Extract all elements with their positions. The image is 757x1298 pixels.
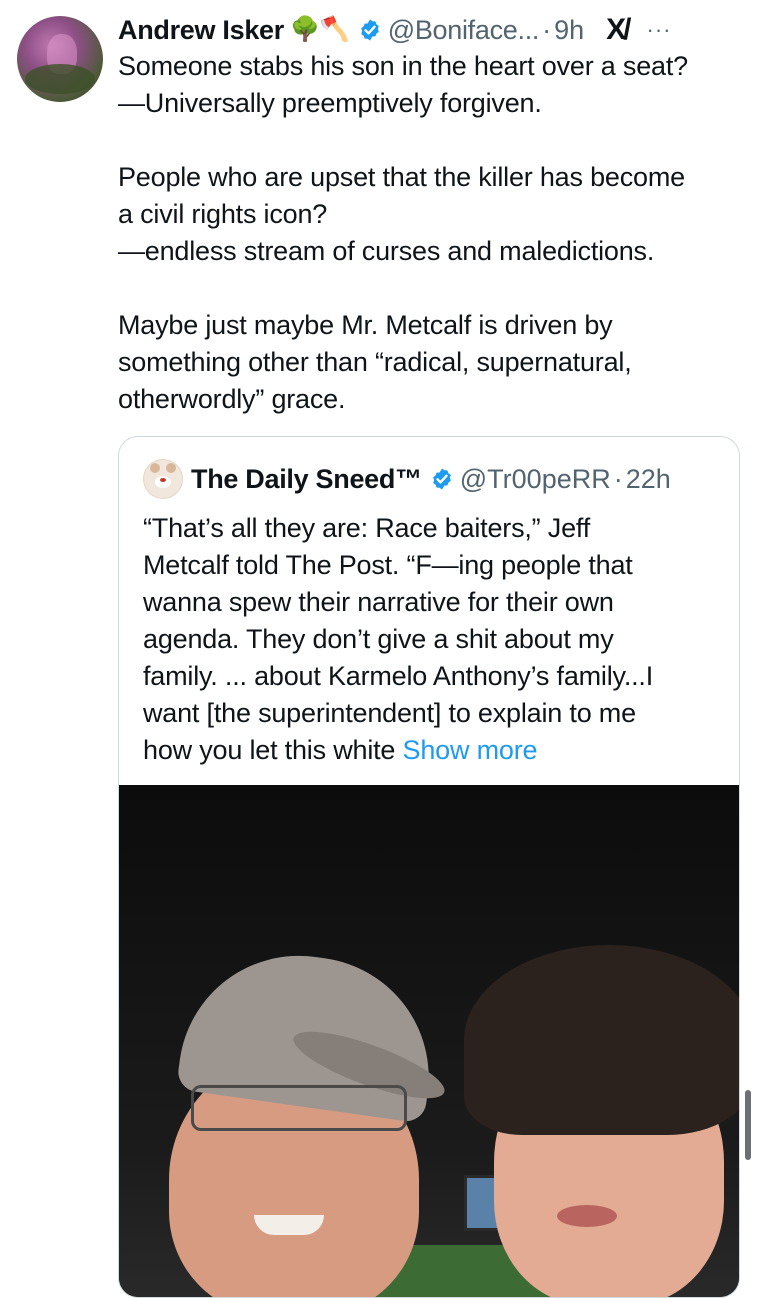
tweet-line: People who are upset that the killer has… [118,162,685,192]
more-options-icon[interactable]: ··· [647,17,672,43]
quoted-handle[interactable]: @Tr00peRR [460,464,611,495]
author-name[interactable]: Andrew Isker [118,15,284,46]
quoted-line: “That’s all they are: Race baiters,” Jef… [143,513,591,543]
quoted-body: “That’s all they are: Race baiters,” Jef… [143,510,723,769]
verified-badge-icon[interactable] [430,467,454,491]
scrollbar-thumb[interactable] [745,1090,751,1160]
man-glasses [191,1085,407,1131]
tweet-line: Someone stabs his son in the heart over … [118,51,688,81]
man-smile [254,1215,324,1235]
grok-icon[interactable]: X/ [606,13,631,47]
quoted-line: wanna spew their narrative for their own [143,587,614,617]
boy-hair [464,945,739,1135]
tweet-line: Maybe just maybe Mr. Metcalf is driven b… [118,310,613,340]
separator-dot: · [542,14,552,45]
avatar-leaves [25,64,95,94]
tweet-line: —endless stream of curses and maledictio… [118,236,655,266]
quoted-tweet[interactable]: The Daily Sneed™ @Tr00peRR · 22h “That’s… [118,436,740,1298]
tweet-header: Andrew Isker 🌳🪓 @Boniface... · 9h X/ ··· [118,10,745,50]
quoted-line: how you let this white [143,735,396,765]
quoted-author-name[interactable]: The Daily Sneed™ [191,464,422,495]
quoted-line: agenda. They don’t give a shit about my [143,624,614,654]
author-avatar[interactable] [17,16,103,102]
quoted-time[interactable]: 22h [626,464,671,495]
tweet-line: a civil rights icon? [118,199,328,229]
tweet-line: something other than “radical, supernatu… [118,347,632,377]
quoted-media-photo[interactable] [119,785,739,1297]
boy-lips [557,1205,617,1227]
show-more-link[interactable]: Show more [403,735,538,765]
author-emojis: 🌳🪓 [289,16,350,43]
quoted-line: Metcalf told The Post. “F—ing people tha… [143,550,633,580]
tweet-line: otherwordly” grace. [118,384,346,414]
separator-dot: · [613,463,623,494]
quoted-avatar[interactable] [143,459,183,499]
tweet-time[interactable]: 9h [554,15,584,46]
quoted-line: family. ... about Karmelo Anthony’s fami… [143,661,654,691]
quoted-last-line: how you let this white Show more [143,732,723,769]
quoted-header: The Daily Sneed™ @Tr00peRR · 22h [143,459,671,499]
verified-badge-icon[interactable] [358,18,382,42]
tweet-body: Someone stabs his son in the heart over … [118,48,748,418]
tweet-line: —Universally preemptively forgiven. [118,88,542,118]
author-handle[interactable]: @Boniface... [388,15,540,46]
quoted-line: want [the superintendent] to explain to … [143,698,636,728]
